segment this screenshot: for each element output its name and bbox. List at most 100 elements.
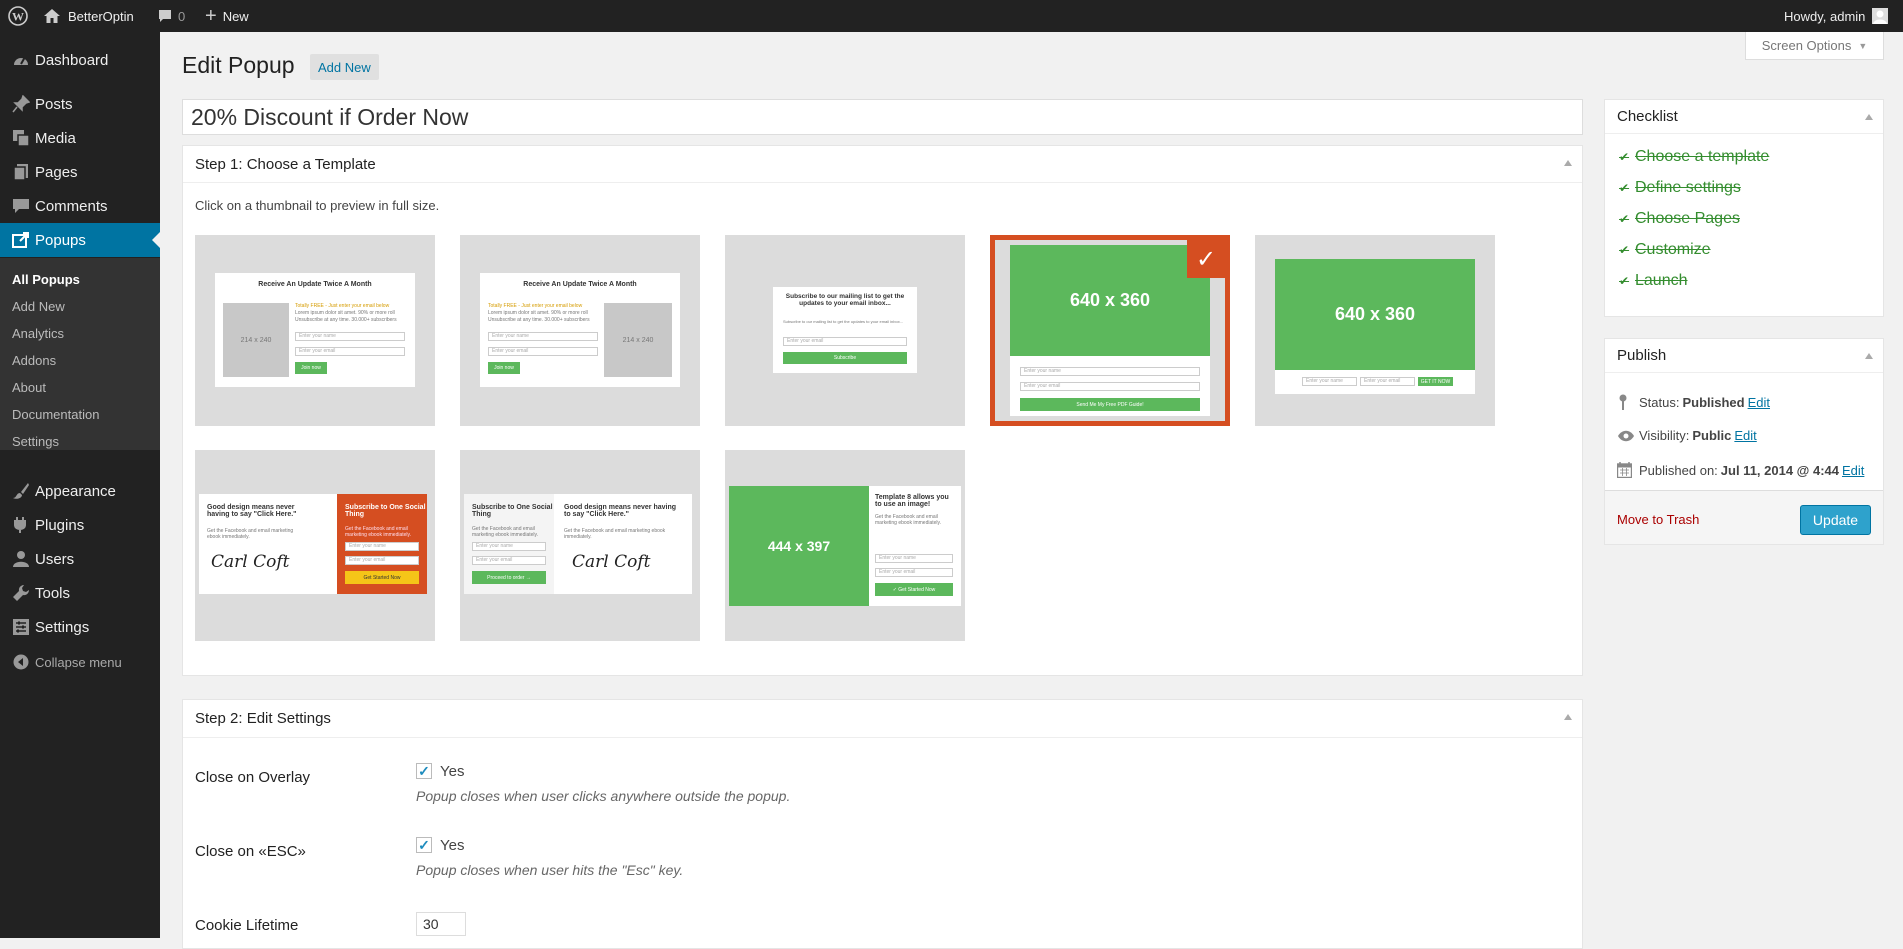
cookie-lifetime-input[interactable]: 30 <box>416 912 466 936</box>
template-text: Get the Facebook and email marketing ebo… <box>564 528 666 540</box>
step1-header[interactable]: Step 1: Choose a Template <box>183 146 1582 183</box>
checklist-item-label: Choose Pages <box>1635 210 1740 227</box>
image-placeholder: 214 x 240 <box>223 303 289 377</box>
template-preview-card: 640 x 360 Enter your name Enter your ema… <box>1275 259 1475 394</box>
close-overlay-description: Popup closes when user clicks anywhere o… <box>416 788 791 804</box>
comments-count: 0 <box>178 8 186 24</box>
wordpress-logo-icon[interactable]: W <box>8 0 28 32</box>
close-esc-value: Yes <box>440 837 465 854</box>
submenu-documentation[interactable]: Documentation <box>12 407 99 422</box>
checklist-item-label: Launch <box>1635 272 1688 289</box>
pin-icon <box>1617 394 1639 410</box>
close-overlay-value: Yes <box>440 763 465 780</box>
collapse-toggle-icon[interactable] <box>1865 114 1873 120</box>
checklist-item-label: Choose a template <box>1635 148 1770 165</box>
template-thumbnail-1[interactable]: Receive An Update Twice A Month 214 x 24… <box>195 235 435 426</box>
name-field: Enter your name <box>472 542 546 551</box>
menu-posts-label: Posts <box>35 95 73 113</box>
close-esc-checkbox[interactable]: ✓ <box>416 837 432 853</box>
collapse-toggle-icon[interactable] <box>1865 353 1873 359</box>
template-thumbnail-5[interactable]: 640 x 360 Enter your name Enter your ema… <box>1255 235 1495 426</box>
template-heading: Subscribe to our mailing list to get the… <box>785 293 905 307</box>
template-thumbnail-2[interactable]: Receive An Update Twice A Month Totally … <box>460 235 700 426</box>
new-content-link[interactable]: + New <box>205 0 249 32</box>
popup-icon <box>11 230 31 250</box>
checklist-item: ✔ Choose Pages <box>1619 210 1740 228</box>
template-thumbnail-3[interactable]: Subscribe to our mailing list to get the… <box>725 235 965 426</box>
close-overlay-checkbox[interactable]: ✓ <box>416 763 432 779</box>
checkmark-icon: ✔ <box>1619 181 1630 195</box>
add-new-button[interactable]: Add New <box>310 54 379 80</box>
submenu-all-popups[interactable]: All Popups <box>12 272 80 287</box>
template-text: Lorem ipsum dolor sit amet. 90% or more … <box>488 310 588 316</box>
menu-dashboard[interactable]: Dashboard <box>0 43 160 77</box>
status-row: Status: Published Edit <box>1617 394 1770 410</box>
edit-status-link[interactable]: Edit <box>1748 395 1770 410</box>
checklist-item-label: Customize <box>1635 241 1711 258</box>
menu-collapse[interactable]: Collapse menu <box>0 645 160 679</box>
my-account-link[interactable]: Howdy, admin <box>1784 0 1889 32</box>
popups-submenu: All Popups Add New Analytics Addons Abou… <box>0 258 160 450</box>
screen-options-button[interactable]: Screen Options ▼ <box>1745 32 1884 60</box>
admin-sidebar: Dashboard Posts Media Pages Comments Pop… <box>0 32 160 938</box>
site-home-link[interactable]: BetterOptin <box>44 0 134 32</box>
menu-comments[interactable]: Comments <box>0 189 160 223</box>
submenu-addons[interactable]: Addons <box>12 353 56 368</box>
template-preview-card: Subscribe to our mailing list to get the… <box>773 287 917 373</box>
checklist-header[interactable]: Checklist <box>1605 100 1883 134</box>
step2-header[interactable]: Step 2: Edit Settings <box>183 700 1582 738</box>
publish-header[interactable]: Publish <box>1605 339 1883 373</box>
collapse-toggle-icon[interactable] <box>1564 714 1572 720</box>
side-title: Subscribe to One Social Thing <box>472 504 553 518</box>
menu-collapse-label: Collapse menu <box>35 654 122 670</box>
checklist-item: ✔ Choose a template <box>1619 148 1769 166</box>
menu-popups-label: Popups <box>35 231 86 249</box>
post-title-input[interactable]: 20% Discount if Order Now <box>182 99 1583 135</box>
comments-link[interactable]: 0 <box>158 0 185 32</box>
collapse-toggle-icon[interactable] <box>1564 160 1572 166</box>
submenu-settings[interactable]: Settings <box>12 434 59 449</box>
checkmark-icon: ✔ <box>1619 243 1630 257</box>
template-preview-card: Subscribe to One Social Thing Get the Fa… <box>464 494 692 594</box>
howdy-label: Howdy, admin <box>1784 8 1866 24</box>
step1-title: Step 1: Choose a Template <box>195 155 376 173</box>
template-thumbnail-4-selected[interactable]: 640 x 360 Enter your name Enter your ema… <box>990 235 1230 426</box>
image-placeholder: 640 x 360 <box>1010 245 1210 356</box>
template-thumbnail-8[interactable]: 444 x 397 Template 8 allows you to use a… <box>725 450 965 641</box>
submenu-analytics[interactable]: Analytics <box>12 326 64 341</box>
menu-pages-label: Pages <box>35 163 78 181</box>
menu-users[interactable]: Users <box>0 542 160 576</box>
menu-media[interactable]: Media <box>0 121 160 155</box>
published-on-label: Published on: <box>1639 462 1718 478</box>
name-field: Enter your name <box>345 542 419 551</box>
menu-tools[interactable]: Tools <box>0 576 160 610</box>
email-field: Enter your email <box>1020 382 1200 391</box>
template-heading: Receive An Update Twice A Month <box>523 281 637 288</box>
name-field: Enter your name <box>875 554 953 563</box>
menu-settings[interactable]: Settings <box>0 610 160 644</box>
brush-icon <box>11 481 31 501</box>
menu-posts[interactable]: Posts <box>0 87 160 121</box>
menu-pages[interactable]: Pages <box>0 155 160 189</box>
menu-appearance[interactable]: Appearance <box>0 474 160 508</box>
step1-hint: Click on a thumbnail to preview in full … <box>195 198 440 213</box>
join-button: Join now <box>488 362 520 374</box>
get-started-button: Get Started Now <box>345 571 419 584</box>
plus-icon: + <box>205 4 217 27</box>
update-button[interactable]: Update <box>1800 505 1871 535</box>
close-esc-description: Popup closes when user hits the "Esc" ke… <box>416 862 684 878</box>
edit-visibility-link[interactable]: Edit <box>1734 428 1756 443</box>
edit-date-link[interactable]: Edit <box>1842 463 1864 478</box>
template-text: Totally FREE - Just enter your email bel… <box>488 303 583 309</box>
download-button: Send Me My Free PDF Guide! <box>1020 398 1200 411</box>
move-to-trash-link[interactable]: Move to Trash <box>1617 512 1699 527</box>
submenu-add-new[interactable]: Add New <box>12 299 65 314</box>
submenu-about[interactable]: About <box>12 380 46 395</box>
menu-popups[interactable]: Popups <box>0 223 160 257</box>
template-thumbnail-6[interactable]: Good design means never having to say "C… <box>195 450 435 641</box>
template-text: Unsubscribe at any time. 30.000+ subscri… <box>488 317 590 323</box>
menu-plugins[interactable]: Plugins <box>0 508 160 542</box>
visibility-row: Visibility: Public Edit <box>1617 428 1757 443</box>
step2-title: Step 2: Edit Settings <box>195 710 331 727</box>
template-thumbnail-7[interactable]: Subscribe to One Social Thing Get the Fa… <box>460 450 700 641</box>
